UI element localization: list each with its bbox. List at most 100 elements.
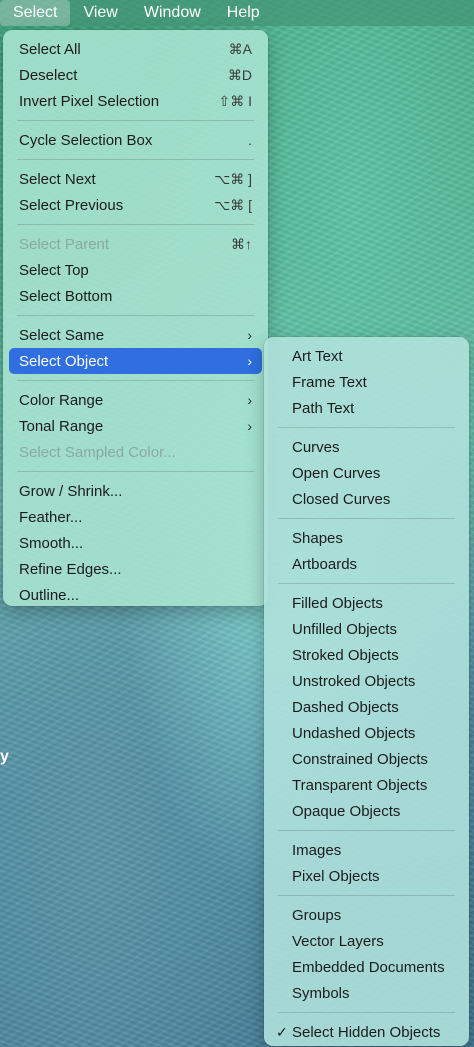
- submenu-item-images[interactable]: Images: [270, 837, 463, 863]
- menu-item-select-sampled-color: Select Sampled Color...: [9, 439, 262, 465]
- menu-item-deselect[interactable]: Deselect ⌘D: [9, 62, 262, 88]
- menu-separator: [17, 315, 254, 316]
- menu-item-label: Outline...: [19, 586, 80, 604]
- menu-item-label: Dashed Objects: [292, 698, 399, 716]
- menu-item-label: Symbols: [292, 984, 350, 1002]
- submenu-item-select-hidden-objects[interactable]: ✓ Select Hidden Objects: [270, 1019, 463, 1045]
- submenu-item-opaque-objects[interactable]: Opaque Objects: [270, 798, 463, 824]
- submenu-item-unfilled-objects[interactable]: Unfilled Objects: [270, 616, 463, 642]
- menu-item-invert-pixel-selection[interactable]: Invert Pixel Selection ⇧⌘ I: [9, 88, 262, 114]
- menu-item-label: Unfilled Objects: [292, 620, 398, 638]
- shortcut-label: ⌘A: [228, 40, 252, 57]
- menu-item-smooth[interactable]: Smooth...: [9, 530, 262, 556]
- menu-item-label: Unstroked Objects: [292, 672, 416, 690]
- shortcut-label: ⌥⌘ [: [214, 196, 252, 213]
- menu-item-label: Opaque Objects: [292, 802, 401, 820]
- menu-item-select-top[interactable]: Select Top: [9, 257, 262, 283]
- menu-separator: [278, 895, 455, 896]
- menu-item-select-bottom[interactable]: Select Bottom: [9, 283, 262, 309]
- menu-bar: Select View Window Help: [0, 0, 474, 26]
- menu-item-cycle-selection-box[interactable]: Cycle Selection Box.: [9, 127, 262, 153]
- menu-item-label: Select Top: [19, 261, 89, 279]
- submenu-item-filled-objects[interactable]: Filled Objects: [270, 590, 463, 616]
- menu-item-label: Grow / Shrink...: [19, 482, 123, 500]
- menu-separator: [17, 471, 254, 472]
- menu-item-label: Artboards: [292, 555, 358, 573]
- submenu-item-frame-text[interactable]: Frame Text: [270, 369, 463, 395]
- menu-item-select-all[interactable]: Select All ⌘A: [9, 36, 262, 62]
- submenu-item-groups[interactable]: Groups: [270, 902, 463, 928]
- menu-item-label: Groups: [292, 906, 342, 924]
- menu-item-grow-shrink[interactable]: Grow / Shrink...: [9, 478, 262, 504]
- select-object-submenu: Art Text Frame Text Path Text Curves Ope…: [264, 337, 469, 1046]
- menu-separator: [17, 380, 254, 381]
- menu-separator: [17, 120, 254, 121]
- menu-item-label: Feather...: [19, 508, 83, 526]
- menu-item-outline[interactable]: Outline...: [9, 582, 262, 608]
- submenu-item-open-curves[interactable]: Open Curves: [270, 460, 463, 486]
- menu-item-select-next[interactable]: Select Next ⌥⌘ ]: [9, 166, 262, 192]
- menu-item-label: Select Hidden Objects: [292, 1023, 441, 1041]
- submenu-item-undashed-objects[interactable]: Undashed Objects: [270, 720, 463, 746]
- menu-item-select-object[interactable]: Select Object ›: [9, 348, 262, 374]
- menu-separator: [278, 518, 455, 519]
- submenu-item-art-text[interactable]: Art Text: [270, 343, 463, 369]
- partial-desktop-label: y: [0, 748, 9, 765]
- menu-separator: [278, 1012, 455, 1013]
- menu-item-select-parent: Select Parent ⌘↑: [9, 231, 262, 257]
- menu-item-label: Refine Edges...: [19, 560, 122, 578]
- chevron-right-icon: ›: [247, 392, 252, 408]
- menu-separator: [17, 159, 254, 160]
- menu-view[interactable]: View: [70, 0, 130, 26]
- menu-help[interactable]: Help: [214, 0, 273, 26]
- menu-item-label: Smooth...: [19, 534, 84, 552]
- shortcut-label: ⌘↑: [231, 235, 252, 252]
- menu-item-color-range[interactable]: Color Range ›: [9, 387, 262, 413]
- submenu-item-curves[interactable]: Curves: [270, 434, 463, 460]
- menu-item-label: Select Same: [19, 326, 105, 344]
- menu-item-label: Deselect: [19, 66, 78, 84]
- menu-item-label: Embedded Documents: [292, 958, 445, 976]
- submenu-item-pixel-objects[interactable]: Pixel Objects: [270, 863, 463, 889]
- menu-item-label: Art Text: [292, 347, 343, 365]
- submenu-item-constrained-objects[interactable]: Constrained Objects: [270, 746, 463, 772]
- select-menu-dropdown: Select All ⌘A Deselect ⌘D Invert Pixel Sel…: [3, 30, 268, 606]
- menu-item-label: Constrained Objects: [292, 750, 428, 768]
- menu-item-label: Select All: [19, 40, 81, 58]
- menu-item-label: Select Bottom: [19, 287, 113, 305]
- menu-item-label: Frame Text: [292, 373, 367, 391]
- menu-item-select-same[interactable]: Select Same ›: [9, 322, 262, 348]
- submenu-item-transparent-objects[interactable]: Transparent Objects: [270, 772, 463, 798]
- menu-select[interactable]: Select: [0, 0, 71, 26]
- submenu-item-symbols[interactable]: Symbols: [270, 980, 463, 1006]
- menu-item-tonal-range[interactable]: Tonal Range ›: [9, 413, 262, 439]
- menu-window[interactable]: Window: [131, 0, 214, 26]
- submenu-item-shapes[interactable]: Shapes: [270, 525, 463, 551]
- submenu-item-embedded-documents[interactable]: Embedded Documents: [270, 954, 463, 980]
- menu-item-label: Stroked Objects: [292, 646, 399, 664]
- submenu-item-stroked-objects[interactable]: Stroked Objects: [270, 642, 463, 668]
- menu-item-label: Select Previous: [19, 196, 124, 214]
- menu-item-label: Cycle Selection Box: [19, 131, 153, 149]
- menu-item-label: Path Text: [292, 399, 355, 417]
- menu-item-label: Color Range: [19, 391, 104, 409]
- menu-item-label: Select Sampled Color...: [19, 443, 176, 461]
- submenu-item-closed-curves[interactable]: Closed Curves: [270, 486, 463, 512]
- menu-item-label: Select Next: [19, 170, 96, 188]
- shortcut-label: .: [248, 132, 252, 148]
- menu-item-refine-edges[interactable]: Refine Edges...: [9, 556, 262, 582]
- shortcut-label: ⇧⌘ I: [218, 92, 252, 109]
- menu-item-label: Curves: [292, 438, 340, 456]
- submenu-item-unstroked-objects[interactable]: Unstroked Objects: [270, 668, 463, 694]
- menu-item-label: Vector Layers: [292, 932, 384, 950]
- submenu-item-dashed-objects[interactable]: Dashed Objects: [270, 694, 463, 720]
- submenu-item-artboards[interactable]: Artboards: [270, 551, 463, 577]
- menu-item-select-previous[interactable]: Select Previous ⌥⌘ [: [9, 192, 262, 218]
- submenu-item-path-text[interactable]: Path Text: [270, 395, 463, 421]
- menu-item-label: Closed Curves: [292, 490, 391, 508]
- submenu-item-vector-layers[interactable]: Vector Layers: [270, 928, 463, 954]
- chevron-right-icon: ›: [247, 418, 252, 434]
- menu-item-label: Filled Objects: [292, 594, 383, 612]
- chevron-right-icon: ›: [247, 327, 252, 343]
- menu-item-feather[interactable]: Feather...: [9, 504, 262, 530]
